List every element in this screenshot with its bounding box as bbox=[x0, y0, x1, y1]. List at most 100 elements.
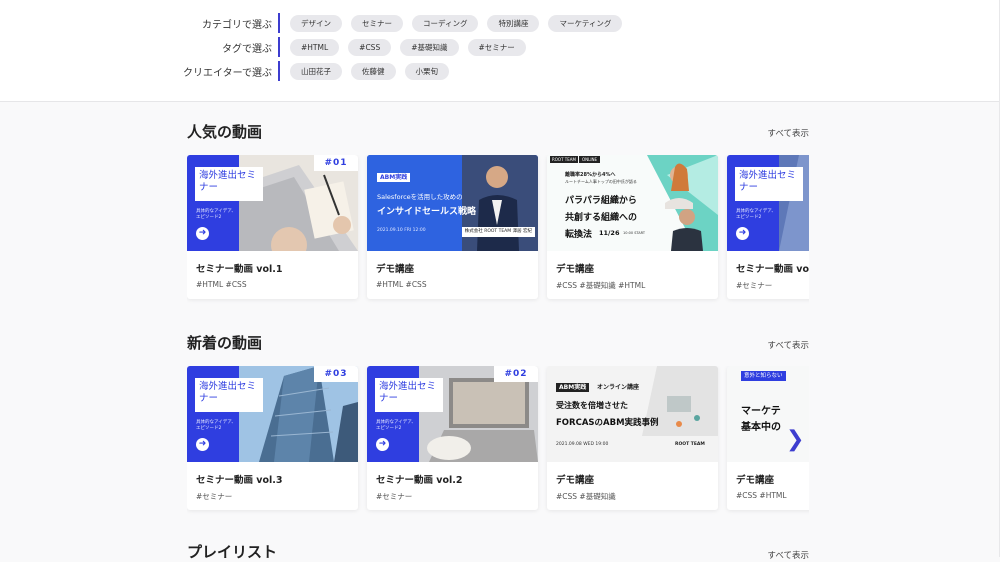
thumb-line2: インサイドセールス戦略 bbox=[377, 207, 477, 217]
chip-category[interactable]: デザイン bbox=[290, 14, 342, 32]
seminar-subtitle: 具体的なアイデア、エピソード2 bbox=[736, 209, 776, 220]
episode-number: #03 bbox=[314, 366, 358, 382]
online-badge: ONLINE bbox=[579, 156, 601, 163]
chip-category[interactable]: セミナー bbox=[351, 14, 403, 32]
seminar-subtitle: 具体的なアイデア、エピソード2 bbox=[376, 420, 416, 431]
video-tags: #CSS #HTML bbox=[736, 491, 787, 500]
chip-tag[interactable]: #HTML bbox=[290, 38, 340, 56]
video-card[interactable]: ROOT TEAM ONLINE 離職率28%から4%へ ルートチーム人事トップ… bbox=[547, 155, 718, 299]
presenter-name: 株式会社 ROOT TEAM 澤居 宏紀 bbox=[461, 227, 535, 237]
video-card[interactable]: 海外進出セミナー 具体的なアイデア、エピソード2 ➜ セミナー動画 vol #セ… bbox=[727, 155, 809, 299]
video-title: セミナー動画 vol.3 bbox=[196, 475, 283, 486]
video-title: デモ講座 bbox=[556, 475, 595, 486]
popular-video-carousel: 海外進出セミナー 具体的なアイデア、エピソード2 ➜ #01 セミナー動画 vo… bbox=[187, 155, 809, 305]
arrow-right-icon: ➜ bbox=[196, 227, 209, 240]
filter-label-tag: タグで選ぶ bbox=[222, 43, 272, 55]
seminar-heading: 海外進出セミナー bbox=[195, 378, 263, 412]
video-title: セミナー動画 vol.1 bbox=[196, 264, 283, 275]
video-title: デモ講座 bbox=[376, 264, 415, 275]
video-thumbnail: 海外進出セミナー 具体的なアイデア、エピソード2 ➜ #02 bbox=[367, 366, 538, 462]
thumb-date: 2021.09.10 FRI 12:00 bbox=[377, 228, 426, 233]
filter-panel: カテゴリで選ぶ デザイン セミナー コーディング 特別講座 マーケティング タグ… bbox=[0, 0, 1000, 102]
arrow-right-icon: ➜ bbox=[376, 438, 389, 451]
video-tags: #HTML #CSS bbox=[196, 280, 247, 289]
section-title-newest: 新着の動画 bbox=[187, 334, 263, 352]
video-title: デモ講座 bbox=[556, 264, 595, 275]
seminar-heading: 海外進出セミナー bbox=[735, 167, 803, 201]
video-tags: #CSS #基礎知識 #HTML bbox=[556, 281, 646, 290]
video-thumbnail: ROOT TEAM ONLINE 離職率28%から4%へ ルートチーム人事トップ… bbox=[547, 155, 718, 251]
category-chips: デザイン セミナー コーディング 特別講座 マーケティング bbox=[290, 14, 623, 32]
video-card[interactable]: ABM実践 オンライン講座 受注数を倍増させた FORCASのABM実践事例 2… bbox=[547, 366, 718, 510]
episode-number: #02 bbox=[494, 366, 538, 382]
thumb-time: 10:00 START bbox=[623, 231, 645, 235]
thumb-small: 離職率28%から4%へ bbox=[565, 172, 616, 178]
chip-creator[interactable]: 小栗旬 bbox=[404, 62, 449, 80]
video-card[interactable]: 海外進出セミナー 具体的なアイデア、エピソード2 ➜ #01 セミナー動画 vo… bbox=[187, 155, 358, 299]
office-illustration bbox=[547, 366, 718, 462]
thumb-top-label: 意外と知らない bbox=[741, 371, 786, 381]
video-thumbnail: 海外進出セミナー 具体的なアイデア、エピソード2 ➜ #03 bbox=[187, 366, 358, 462]
video-tags: #HTML #CSS bbox=[376, 280, 427, 289]
thumb-line1: Salesforceを活用した攻めの bbox=[377, 193, 463, 201]
chip-category[interactable]: マーケティング bbox=[548, 14, 623, 32]
video-card[interactable]: ABM実践 Salesforceを活用した攻めの インサイドセールス戦略 202… bbox=[367, 155, 538, 299]
chip-category[interactable]: コーディング bbox=[412, 14, 479, 32]
section-title-playlist: プレイリスト bbox=[187, 543, 278, 561]
chip-tag[interactable]: #基礎知識 bbox=[400, 38, 459, 56]
carousel-next-icon[interactable]: ❯ bbox=[786, 427, 804, 452]
abm-badge: ABM実践 bbox=[377, 173, 411, 182]
thumb-line3: 転換法 bbox=[565, 230, 593, 240]
video-thumbnail: 海外進出セミナー 具体的なアイデア、エピソード2 ➜ bbox=[727, 155, 809, 251]
video-tags: #CSS #基礎知識 bbox=[556, 492, 616, 501]
chip-category[interactable]: 特別講座 bbox=[487, 14, 540, 32]
thumb-line2: 基本中の bbox=[741, 422, 781, 433]
chip-creator[interactable]: 佐藤健 bbox=[351, 62, 396, 80]
chip-creator[interactable]: 山田花子 bbox=[290, 62, 342, 80]
filter-label-category: カテゴリで選ぶ bbox=[202, 19, 272, 31]
seminar-subtitle: 具体的なアイデア、エピソード2 bbox=[196, 209, 236, 220]
video-title: デモ講座 bbox=[736, 475, 775, 486]
thumb-line2: 共創する組織への bbox=[565, 213, 638, 223]
arrow-right-icon: ➜ bbox=[196, 438, 209, 451]
episode-number: #01 bbox=[314, 155, 358, 171]
see-all-popular-link[interactable]: すべて表示 bbox=[767, 127, 809, 139]
video-tags: #セミナー bbox=[376, 492, 413, 501]
video-card[interactable]: 海外進出セミナー 具体的なアイデア、エピソード2 ➜ #03 セミナー動画 vo… bbox=[187, 366, 358, 510]
filter-divider bbox=[278, 37, 280, 57]
brand-badge: ROOT TEAM bbox=[550, 156, 578, 163]
video-card[interactable]: 海外進出セミナー 具体的なアイデア、エピソード2 ➜ #02 セミナー動画 vo… bbox=[367, 366, 538, 510]
chip-tag[interactable]: #CSS bbox=[348, 38, 392, 56]
video-thumbnail: 海外進出セミナー 具体的なアイデア、エピソード2 ➜ #01 bbox=[187, 155, 358, 251]
thumb-small2: ルートチーム人事トップの田中氏が語る bbox=[565, 179, 637, 184]
section-title-popular: 人気の動画 bbox=[187, 123, 263, 141]
thumb-date: 11/26 bbox=[599, 229, 620, 237]
see-all-playlist-link[interactable]: すべて表示 bbox=[767, 549, 809, 561]
video-title: セミナー動画 vol.2 bbox=[376, 475, 463, 486]
seminar-heading: 海外進出セミナー bbox=[375, 378, 443, 412]
video-tags: #セミナー bbox=[736, 281, 773, 290]
video-thumbnail: ABM実践 オンライン講座 受注数を倍増させた FORCASのABM実践事例 2… bbox=[547, 366, 718, 462]
brand-label: ROOT TEAM bbox=[675, 442, 705, 447]
filter-divider bbox=[278, 13, 280, 33]
thumb-line1: 受注数を倍増させた bbox=[556, 401, 628, 410]
see-all-newest-link[interactable]: すべて表示 bbox=[767, 339, 809, 351]
thumb-line1: マーケテ bbox=[741, 406, 781, 417]
thumb-line2: FORCASのABM実践事例 bbox=[556, 418, 659, 428]
seminar-heading: 海外進出セミナー bbox=[195, 167, 263, 201]
chip-tag[interactable]: #セミナー bbox=[467, 38, 526, 56]
video-tags: #セミナー bbox=[196, 492, 233, 501]
tag-chips: #HTML #CSS #基礎知識 #セミナー bbox=[290, 38, 526, 56]
abm-badge: ABM実践 bbox=[556, 383, 590, 392]
seminar-subtitle: 具体的なアイデア、エピソード2 bbox=[196, 420, 236, 431]
filter-label-creator: クリエイターで選ぶ bbox=[183, 67, 272, 79]
creator-chips: 山田花子 佐藤健 小栗旬 bbox=[290, 62, 449, 80]
thumb-line1: パラパラ組織から bbox=[565, 196, 637, 206]
arrow-right-icon: ➜ bbox=[736, 227, 749, 240]
online-course-label: オンライン講座 bbox=[597, 384, 640, 391]
thumb-date: 2021.09.08 WED 19:00 bbox=[556, 442, 609, 447]
video-thumbnail: ABM実践 Salesforceを活用した攻めの インサイドセールス戦略 202… bbox=[367, 155, 538, 251]
filter-divider bbox=[278, 61, 280, 81]
newest-video-carousel: 海外進出セミナー 具体的なアイデア、エピソード2 ➜ #03 セミナー動画 vo… bbox=[187, 366, 809, 516]
video-title: セミナー動画 vol bbox=[736, 264, 809, 275]
